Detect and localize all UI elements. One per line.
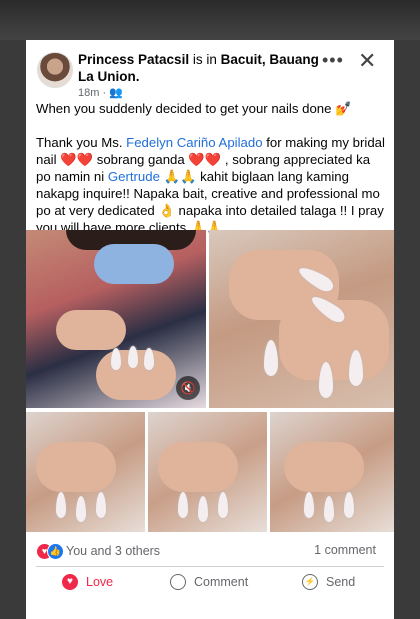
messenger-icon: ⚡ [302,574,318,590]
nail-shape [344,492,354,518]
like-reaction-icon: 👍 [47,543,64,560]
more-dots-icon[interactable]: ••• [322,50,344,71]
face-mask-shape [94,244,174,284]
photo-video-nail-artist[interactable]: 🔇 [26,230,206,408]
post-line-1: When you suddenly decided to get your na… [36,101,352,116]
nail-shape [96,492,106,518]
post-header: Princess Patacsil is in Bacuit, Bauang L… [26,40,394,102]
post-card: Princess Patacsil is in Bacuit, Bauang L… [26,40,394,619]
hand-shape [56,310,126,350]
hand-shape [36,442,116,492]
reaction-icons: ♥ 👍 [36,543,66,560]
friends-icon: 👥 [109,87,123,99]
nail-shape [304,492,314,518]
background [0,0,420,40]
nail-shape [218,492,228,518]
comments-count[interactable]: 1 comment [314,543,376,557]
nail-shape [264,340,278,376]
hearts-emoji: ❤️❤️ [188,152,222,167]
nail-shape [198,496,208,522]
comment-label: Comment [194,575,249,589]
checkin-verb: is in [192,52,217,67]
tagged-user-gertrude[interactable]: Gertrude [108,169,160,184]
photo-nails-closeup[interactable] [209,230,394,408]
nail-shape [324,496,334,522]
hearts-emoji: ❤️❤️ [60,152,94,167]
hand-shape [158,442,238,492]
post-title: Princess Patacsil is in Bacuit, Bauang L… [78,51,338,85]
post-time[interactable]: 18m [78,87,99,99]
tagged-user-fedelyn[interactable]: Fedelyn Cariño Apilado [126,135,262,150]
body-text: sobrang ganda [96,152,185,167]
comment-bubble-icon [170,574,186,590]
post-body: Thank you Ms. Fedelyn Cariño Apilado for… [36,134,386,236]
photo-nails-2[interactable] [148,412,267,532]
photo-nails-1[interactable] [26,412,145,532]
heart-icon: ♥ [62,574,78,590]
post-meta: 18m · 👥 [78,86,123,99]
divider [36,566,384,567]
author-name[interactable]: Princess Patacsil [78,52,189,67]
body-text: Thank you Ms. [36,135,123,150]
nail-shape [76,496,86,522]
photo-nails-3[interactable] [270,412,394,532]
post-text: When you suddenly decided to get your na… [36,100,386,236]
hand-shape [284,442,364,492]
nail-shape [56,492,66,518]
meta-separator: · [102,87,107,99]
pray-emoji: 🙏🙏 [163,169,197,184]
reactions-count[interactable]: You and 3 others [66,544,160,558]
send-label: Send [326,575,356,589]
nail-shape [178,492,188,518]
close-icon[interactable]: ✕ [358,48,376,74]
avatar[interactable] [37,52,73,88]
ok-hand-emoji: 👌 [158,203,175,218]
love-label: Love [86,575,114,589]
speaker-mute-icon[interactable]: 🔇 [176,376,200,400]
